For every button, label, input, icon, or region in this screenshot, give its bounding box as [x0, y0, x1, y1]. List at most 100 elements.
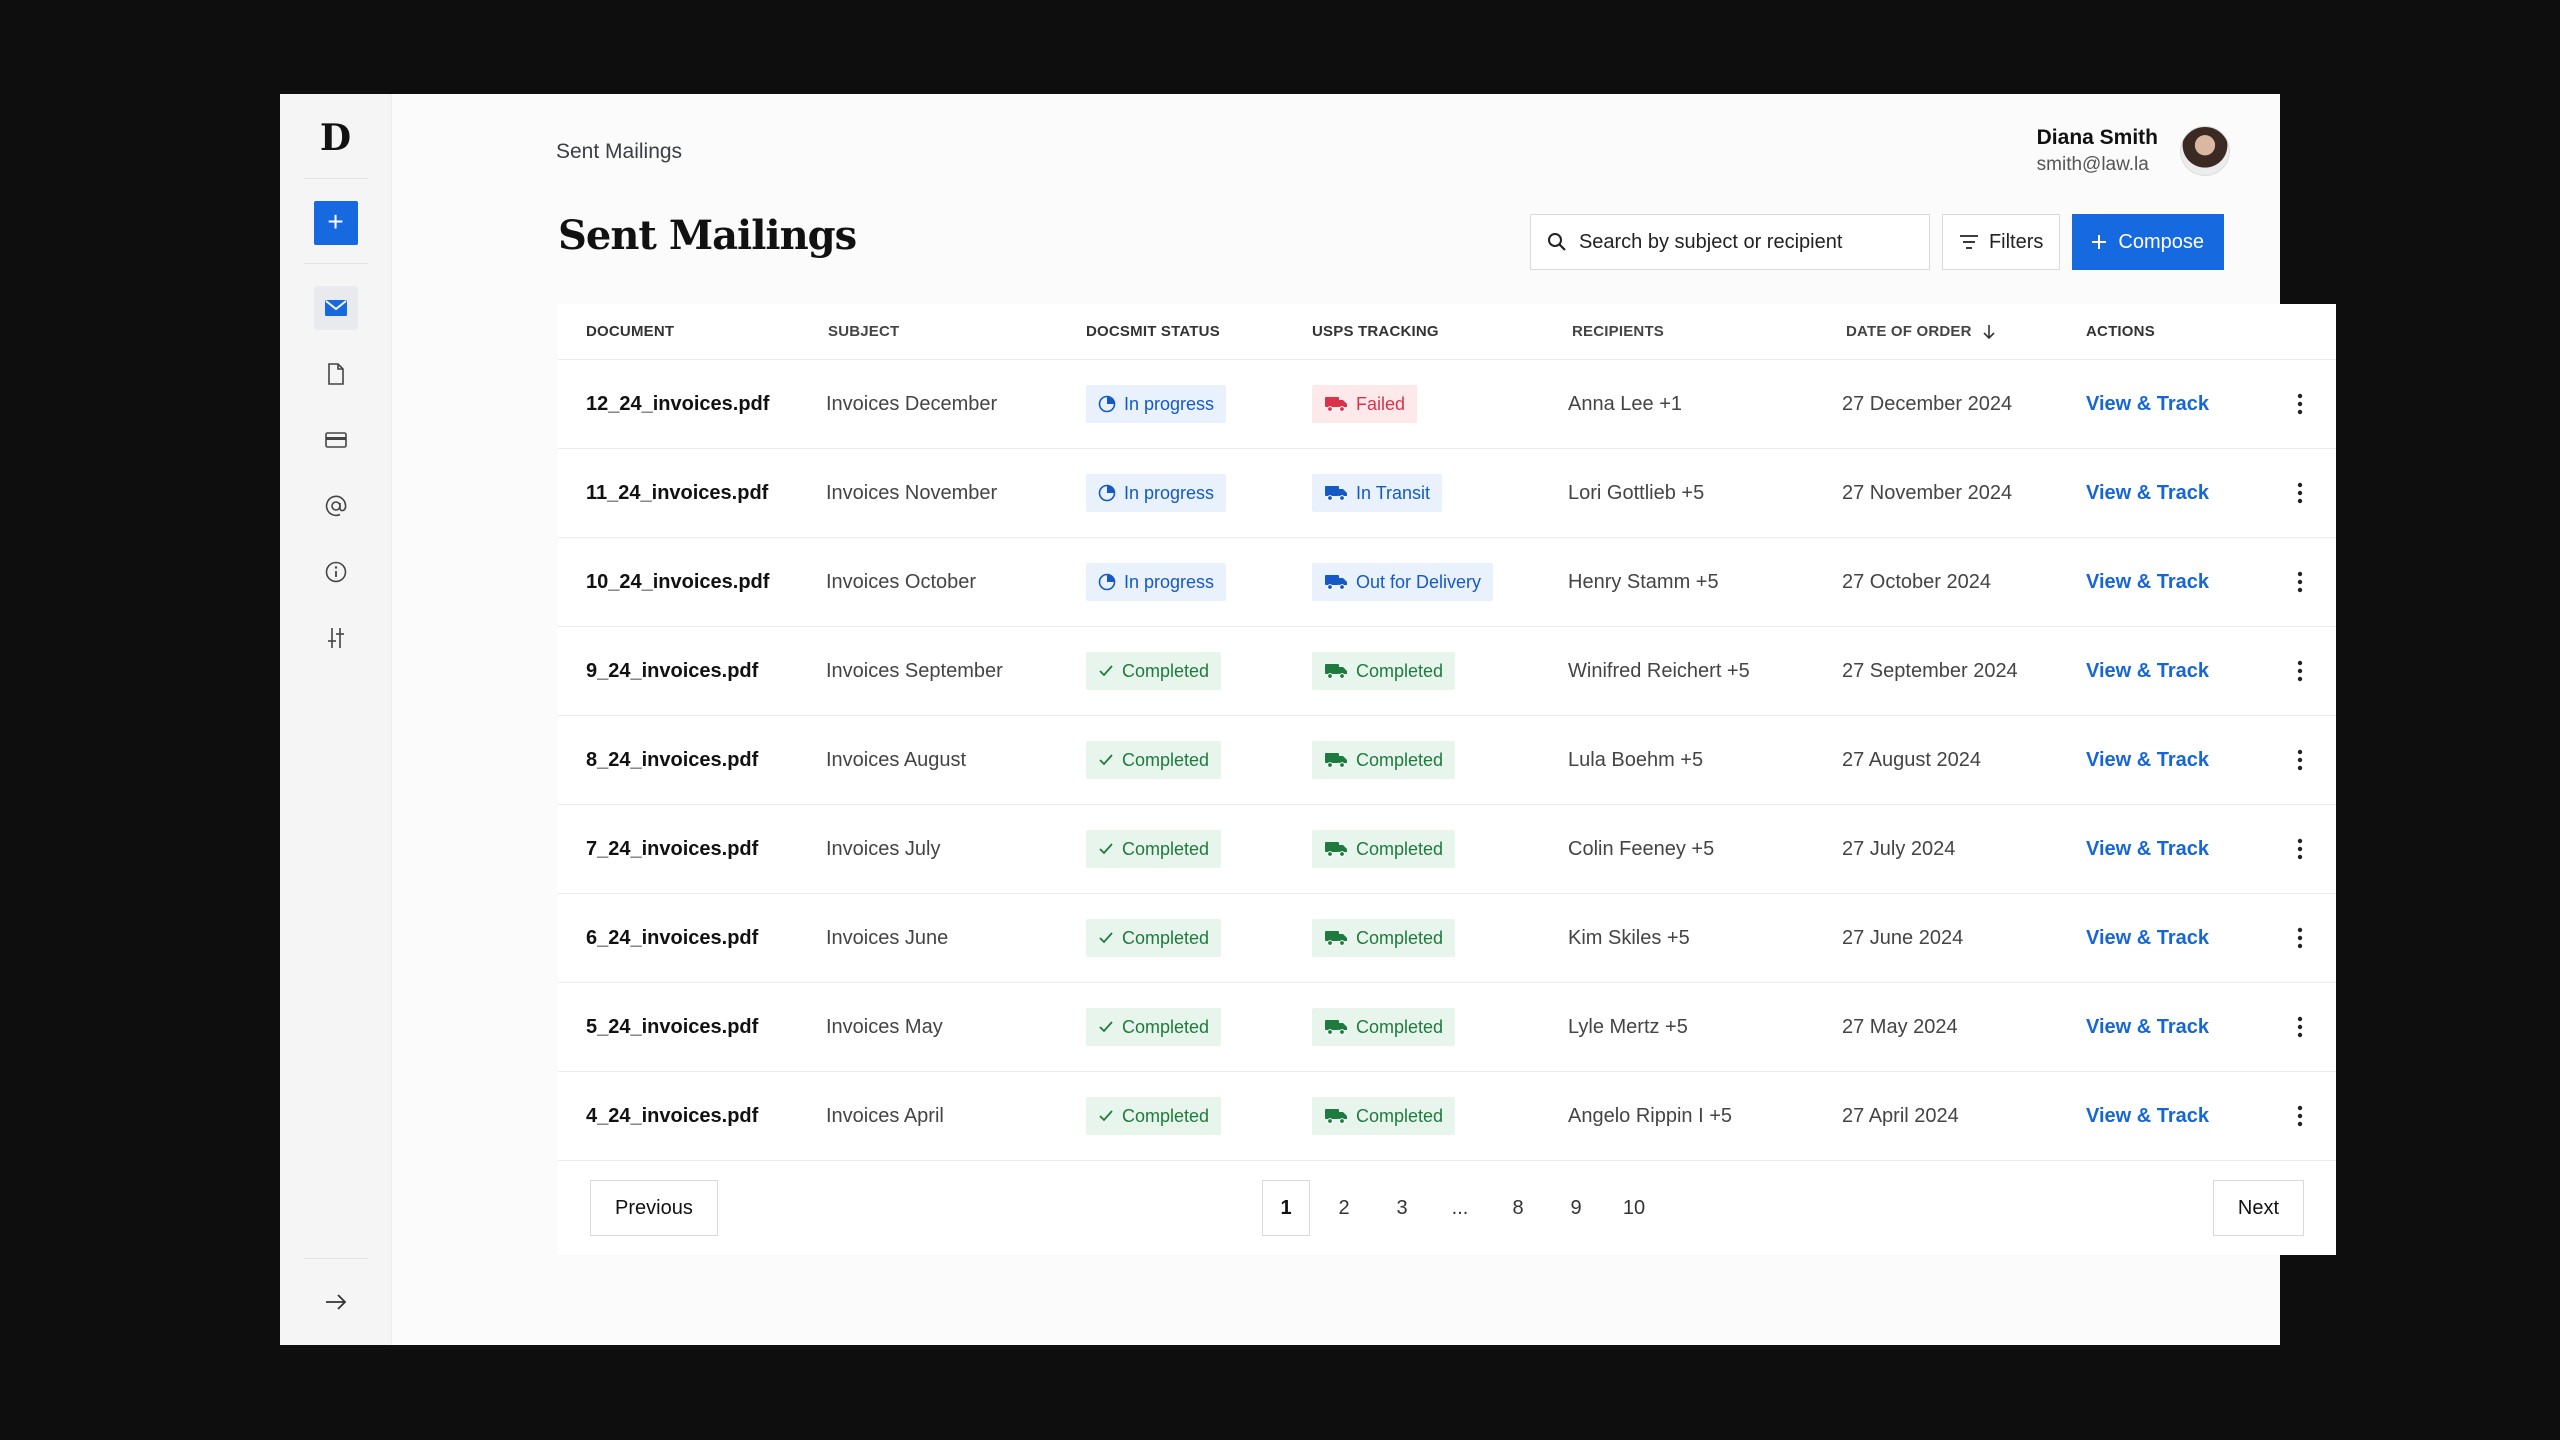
table-row[interactable]: 12_24_invoices.pdf Invoices December In pr… [558, 360, 2336, 449]
page-3-button[interactable]: 3 [1378, 1180, 1426, 1236]
arrow-right-icon [325, 1294, 346, 1310]
docsmit-status-cell: In progress [1086, 563, 1312, 601]
document-name[interactable]: 11_24_invoices.pdf [558, 482, 824, 505]
avatar[interactable] [2180, 126, 2230, 176]
search-input[interactable]: Search by subject or recipient [1529, 214, 1930, 270]
page-9-button[interactable]: 9 [1552, 1180, 1600, 1236]
table-row[interactable]: 5_24_invoices.pdf Invoices May Completed Co… [558, 983, 2336, 1072]
truck-icon [1325, 1109, 1347, 1124]
document-name[interactable]: 12_24_invoices.pdf [558, 393, 824, 416]
table-row[interactable]: 7_24_invoices.pdf Invoices July Completed C… [558, 805, 2336, 894]
subject-cell: Invoices December [826, 392, 998, 415]
table-row[interactable]: 10_24_invoices.pdf Invoices October In pro… [558, 538, 2336, 627]
compose-button[interactable]: Compose [2072, 214, 2224, 270]
expand-sidebar-button[interactable] [314, 1259, 358, 1345]
document-name[interactable]: 9_24_invoices.pdf [558, 660, 824, 683]
row-menu-button[interactable] [2264, 927, 2336, 949]
column-header-date[interactable]: DATE OF ORDER [1842, 323, 2086, 340]
row-menu-button[interactable] [2264, 482, 2336, 504]
card-icon [324, 432, 347, 448]
view-track-link[interactable]: View & Track [2086, 393, 2209, 415]
actions-cell: View & Track [2086, 1016, 2264, 1039]
actions-cell: View & Track [2086, 838, 2264, 861]
filters-label: Filters [1988, 230, 2044, 253]
row-menu-button[interactable] [2264, 393, 2336, 415]
new-item-button[interactable]: + [313, 201, 358, 245]
document-icon [327, 363, 344, 385]
next-page-button[interactable]: Next [2212, 1180, 2304, 1236]
usps-tracking-cell: Out for Delivery [1312, 563, 1568, 601]
table-row[interactable]: 11_24_invoices.pdf Invoices November In pr… [558, 449, 2336, 538]
column-header-subject: SUBJECT [828, 323, 900, 340]
sidebar-divider [303, 263, 368, 264]
table-row[interactable]: 8_24_invoices.pdf Invoices August Complete… [558, 716, 2336, 805]
date-cell: 27 April 2024 [1842, 1104, 1959, 1127]
status-badge-label: Completed [1122, 749, 1210, 770]
status-badge-label: Completed [1122, 660, 1210, 681]
document-name[interactable]: 5_24_invoices.pdf [558, 1016, 824, 1039]
tracking-badge-label: Completed [1356, 660, 1444, 681]
row-menu-button[interactable] [2264, 1016, 2336, 1038]
filters-button[interactable]: Filters [1941, 214, 2061, 270]
tracking-badge-label: Completed [1356, 1105, 1444, 1126]
row-menu-button[interactable] [2264, 571, 2336, 593]
page-10-button[interactable]: 10 [1610, 1180, 1658, 1236]
row-menu-button[interactable] [2264, 1105, 2336, 1127]
check-icon [1099, 754, 1113, 766]
tracking-badge: In Transit [1312, 474, 1443, 512]
row-menu-button[interactable] [2264, 838, 2336, 860]
view-track-link[interactable]: View & Track [2086, 482, 2209, 504]
row-menu-button[interactable] [2264, 660, 2336, 682]
column-header-tracking: USPS TRACKING [1312, 323, 1439, 340]
view-track-link[interactable]: View & Track [2086, 571, 2209, 593]
document-name[interactable]: 6_24_invoices.pdf [558, 927, 824, 950]
mailings-table: DOCUMENT SUBJECT DOCSMIT STATUS USPS TRA… [558, 304, 2336, 1255]
check-icon [1099, 932, 1113, 944]
previous-page-button[interactable]: Previous [590, 1180, 718, 1236]
more-vertical-icon [2297, 749, 2303, 771]
sidebar-item-billing[interactable] [314, 418, 358, 462]
sidebar-item-documents[interactable] [314, 352, 358, 396]
breadcrumb[interactable]: Sent Mailings [556, 140, 682, 164]
user-menu[interactable]: Diana Smith smith@law.la [2037, 126, 2230, 176]
view-track-link[interactable]: View & Track [2086, 749, 2209, 771]
view-track-link[interactable]: View & Track [2086, 927, 2209, 949]
page-1-button[interactable]: 1 [1262, 1180, 1310, 1236]
sidebar-item-mailings[interactable] [313, 286, 358, 330]
table-row[interactable]: 4_24_invoices.pdf Invoices April Completed… [558, 1072, 2336, 1161]
sidebar-item-info[interactable] [314, 550, 358, 594]
sidebar-item-settings[interactable] [314, 616, 358, 660]
more-vertical-icon [2297, 660, 2303, 682]
document-name[interactable]: 4_24_invoices.pdf [558, 1105, 824, 1128]
sidebar-item-contacts[interactable] [314, 484, 358, 528]
tracking-badge-label: Completed [1356, 927, 1444, 948]
table-row[interactable]: 6_24_invoices.pdf Invoices June Completed C… [558, 894, 2336, 983]
view-track-link[interactable]: View & Track [2086, 838, 2209, 860]
view-track-link[interactable]: View & Track [2086, 1105, 2209, 1127]
date-cell: 27 November 2024 [1842, 481, 2013, 504]
recipients-cell: Henry Stamm +5 [1568, 570, 1719, 593]
table-header: DOCUMENT SUBJECT DOCSMIT STATUS USPS TRA… [558, 304, 2336, 360]
tracking-badge-label: Completed [1356, 749, 1444, 770]
check-icon [1099, 843, 1113, 855]
truck-icon [1325, 1020, 1347, 1035]
more-vertical-icon [2297, 482, 2303, 504]
column-header-date-label: DATE OF ORDER [1846, 323, 1972, 340]
view-track-link[interactable]: View & Track [2086, 1016, 2209, 1038]
document-name[interactable]: 10_24_invoices.pdf [558, 571, 824, 594]
tracking-badge-label: Failed [1356, 393, 1406, 414]
plus-icon [2092, 235, 2107, 249]
page-8-button[interactable]: 8 [1494, 1180, 1542, 1236]
app-window: D + Sent Mailings Diana Smith smith@law.… [280, 94, 2336, 1345]
page-2-button[interactable]: 2 [1320, 1180, 1368, 1236]
tracking-badge-label: Completed [1356, 838, 1444, 859]
document-name[interactable]: 8_24_invoices.pdf [558, 749, 824, 772]
document-name[interactable]: 7_24_invoices.pdf [558, 838, 824, 861]
page-numbers: 1 2 3... 8 9 10 [1262, 1180, 1658, 1236]
docsmit-status-cell: Completed [1086, 652, 1312, 690]
recipients-cell: Winifred Reichert +5 [1568, 659, 1750, 682]
date-cell: 27 December 2024 [1842, 392, 2013, 415]
row-menu-button[interactable] [2264, 749, 2336, 771]
view-track-link[interactable]: View & Track [2086, 660, 2209, 682]
table-row[interactable]: 9_24_invoices.pdf Invoices September Compl… [558, 627, 2336, 716]
